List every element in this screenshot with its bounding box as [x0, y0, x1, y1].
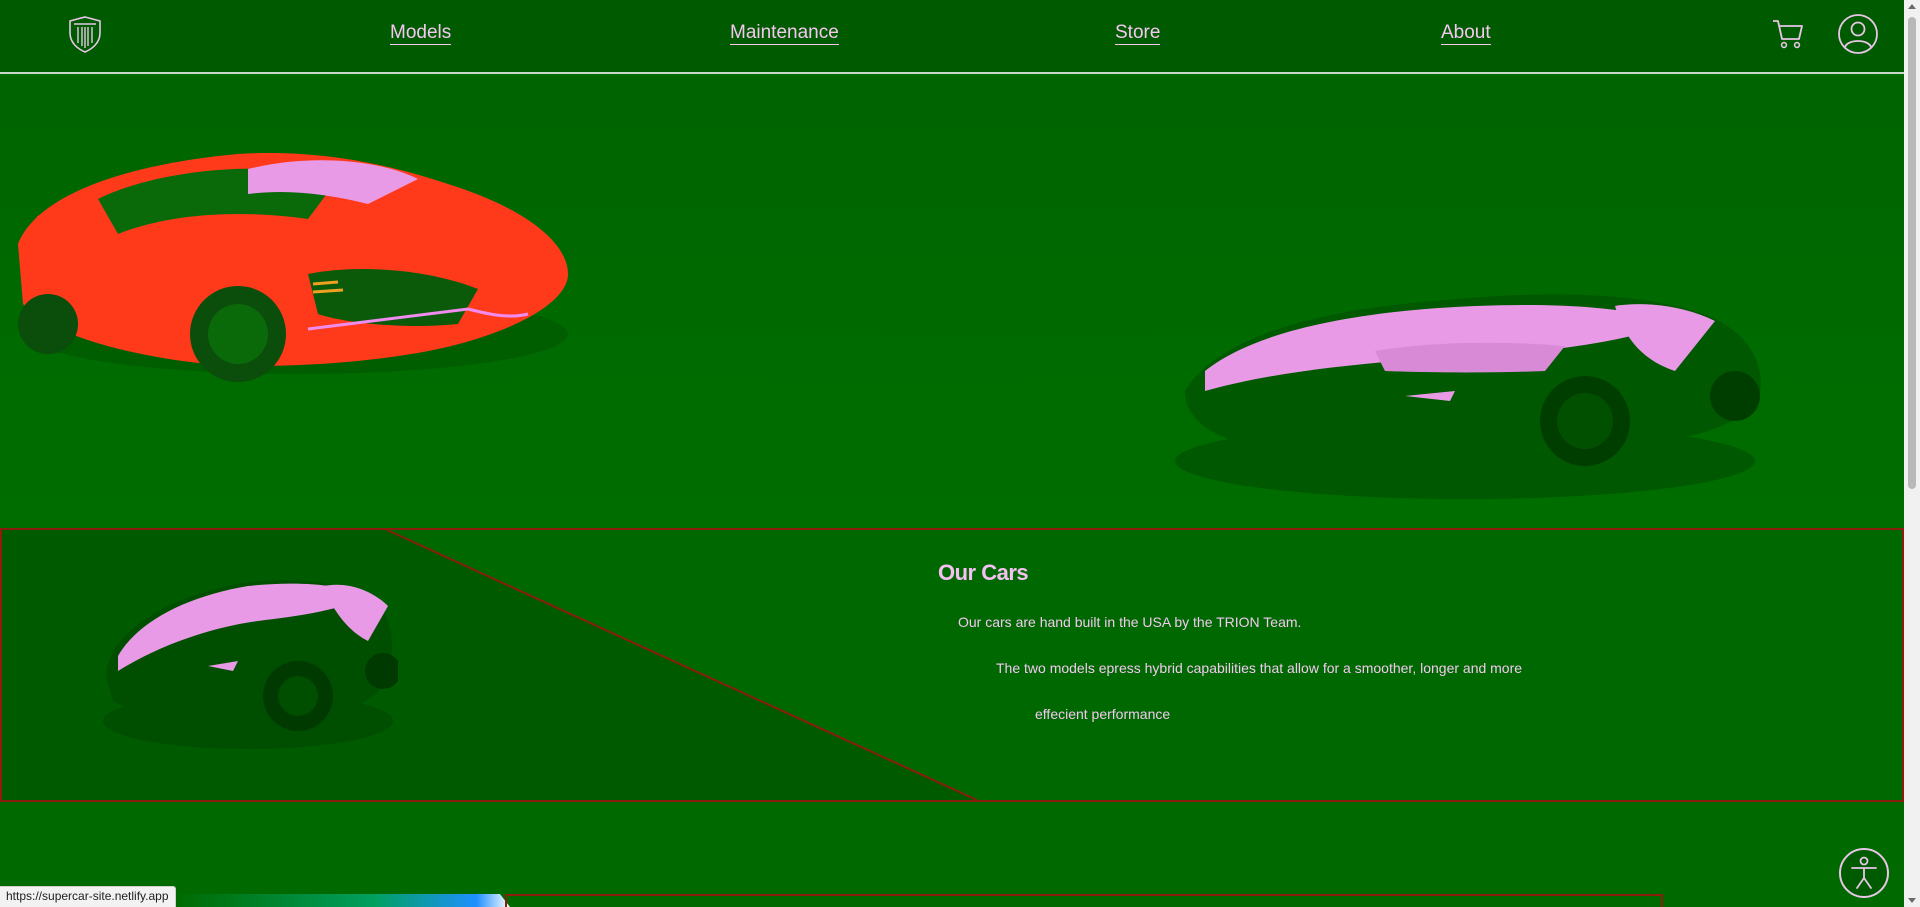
nav-link-maintenance[interactable]: Maintenance [730, 22, 839, 45]
account-icon[interactable] [1837, 13, 1879, 55]
next-section-border [505, 894, 1663, 907]
scrollbar-thumb[interactable] [1908, 17, 1916, 489]
nav-link-about[interactable]: About [1441, 22, 1491, 45]
section-title: Our Cars [938, 560, 1029, 585]
gradient-strip [175, 894, 510, 907]
cart-icon[interactable] [1772, 17, 1804, 51]
top-navbar: Models Maintenance Store About [0, 0, 1904, 74]
shield-icon[interactable] [68, 15, 102, 53]
scroll-down-arrow-icon[interactable] [1908, 898, 1916, 903]
section-text-line-2: The two models epress hybrid capabilitie… [996, 660, 1523, 676]
red-car-image [18, 153, 568, 382]
section-text-line-1: Our cars are hand built in the USA by th… [958, 614, 1302, 630]
our-cars-section: Our Cars Our cars are hand built in the … [0, 528, 1904, 802]
nav-link-store[interactable]: Store [1115, 22, 1161, 45]
status-bar-url: https://supercar-site.netlify.app [0, 886, 176, 907]
small-pink-car-image [103, 580, 398, 749]
accessibility-icon[interactable] [1838, 847, 1890, 899]
section-text-line-3: effecient performance [1035, 706, 1171, 722]
vertical-scrollbar[interactable] [1904, 0, 1920, 907]
scroll-up-arrow-icon[interactable] [1908, 4, 1916, 9]
hero-section [0, 76, 1904, 528]
pink-car-image [1175, 294, 1761, 499]
lower-area [0, 802, 1904, 907]
nav-link-models[interactable]: Models [390, 22, 452, 45]
